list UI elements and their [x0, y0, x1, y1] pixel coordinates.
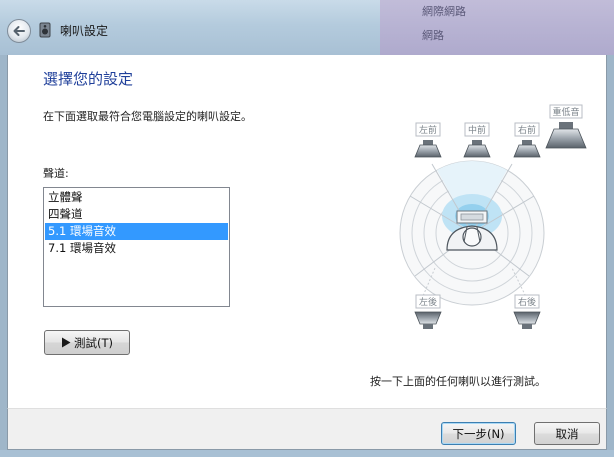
speaker-label-front-left: 左前	[419, 124, 437, 136]
page-heading: 選擇您的設定	[43, 70, 134, 88]
test-button-label: 測試(T)	[74, 335, 113, 350]
play-triangle-icon	[62, 337, 71, 348]
channel-option-stereo[interactable]: 立體聲	[45, 189, 228, 206]
channel-option-7-1-surround[interactable]: 7.1 環場音效	[45, 240, 228, 257]
cancel-button[interactable]: 取消	[534, 422, 600, 445]
back-arrow-icon	[13, 26, 25, 36]
background-window-text-1: 網際網路	[422, 5, 466, 18]
channel-option-quad[interactable]: 四聲道	[45, 206, 228, 223]
speaker-window-icon	[39, 22, 51, 38]
speaker-rear-right[interactable]: 右後	[513, 294, 541, 329]
speaker-label-front-right: 右前	[518, 124, 536, 136]
instruction-text: 在下面選取最符合您電腦設定的喇叭設定。	[43, 110, 252, 123]
title-bar: 網際網路 網路 喇叭設定	[0, 0, 614, 55]
speaker-label-rear-left: 左後	[419, 296, 437, 308]
window-title: 喇叭設定	[60, 24, 109, 38]
speaker-layout-diagram: 左前 中前 右前 重低音 左後 右後	[399, 104, 587, 329]
window-bottom-border	[0, 450, 614, 457]
channel-option-5-1-surround[interactable]: 5.1 環場音效	[45, 223, 228, 240]
speaker-center[interactable]: 中前	[463, 122, 491, 158]
speaker-front-left[interactable]: 左前	[414, 122, 442, 158]
background-window-text-2: 網路	[422, 29, 444, 42]
speaker-subwoofer[interactable]: 重低音	[545, 104, 587, 149]
test-hint-text: 按一下上面的任何喇叭以進行測試。	[370, 375, 546, 388]
wizard-footer: 下一步(N) 取消	[7, 408, 607, 450]
background-window-strip	[380, 0, 614, 55]
back-button[interactable]	[7, 19, 31, 43]
audio-channels-listbox[interactable]: 立體聲 四聲道 5.1 環場音效 7.1 環場音效	[43, 187, 230, 307]
speaker-rear-left[interactable]: 左後	[414, 294, 442, 329]
speaker-front-right[interactable]: 右前	[513, 122, 541, 158]
speaker-label-subwoofer: 重低音	[552, 106, 579, 118]
speaker-label-rear-right: 右後	[518, 296, 536, 308]
speaker-label-center: 中前	[468, 124, 486, 136]
next-button[interactable]: 下一步(N)	[441, 422, 516, 445]
audio-channels-label: 聲道:	[43, 167, 69, 180]
test-button[interactable]: 測試(T)	[44, 330, 130, 355]
wizard-content: 選擇您的設定 在下面選取最符合您電腦設定的喇叭設定。 聲道: 立體聲 四聲道 5…	[7, 55, 607, 408]
